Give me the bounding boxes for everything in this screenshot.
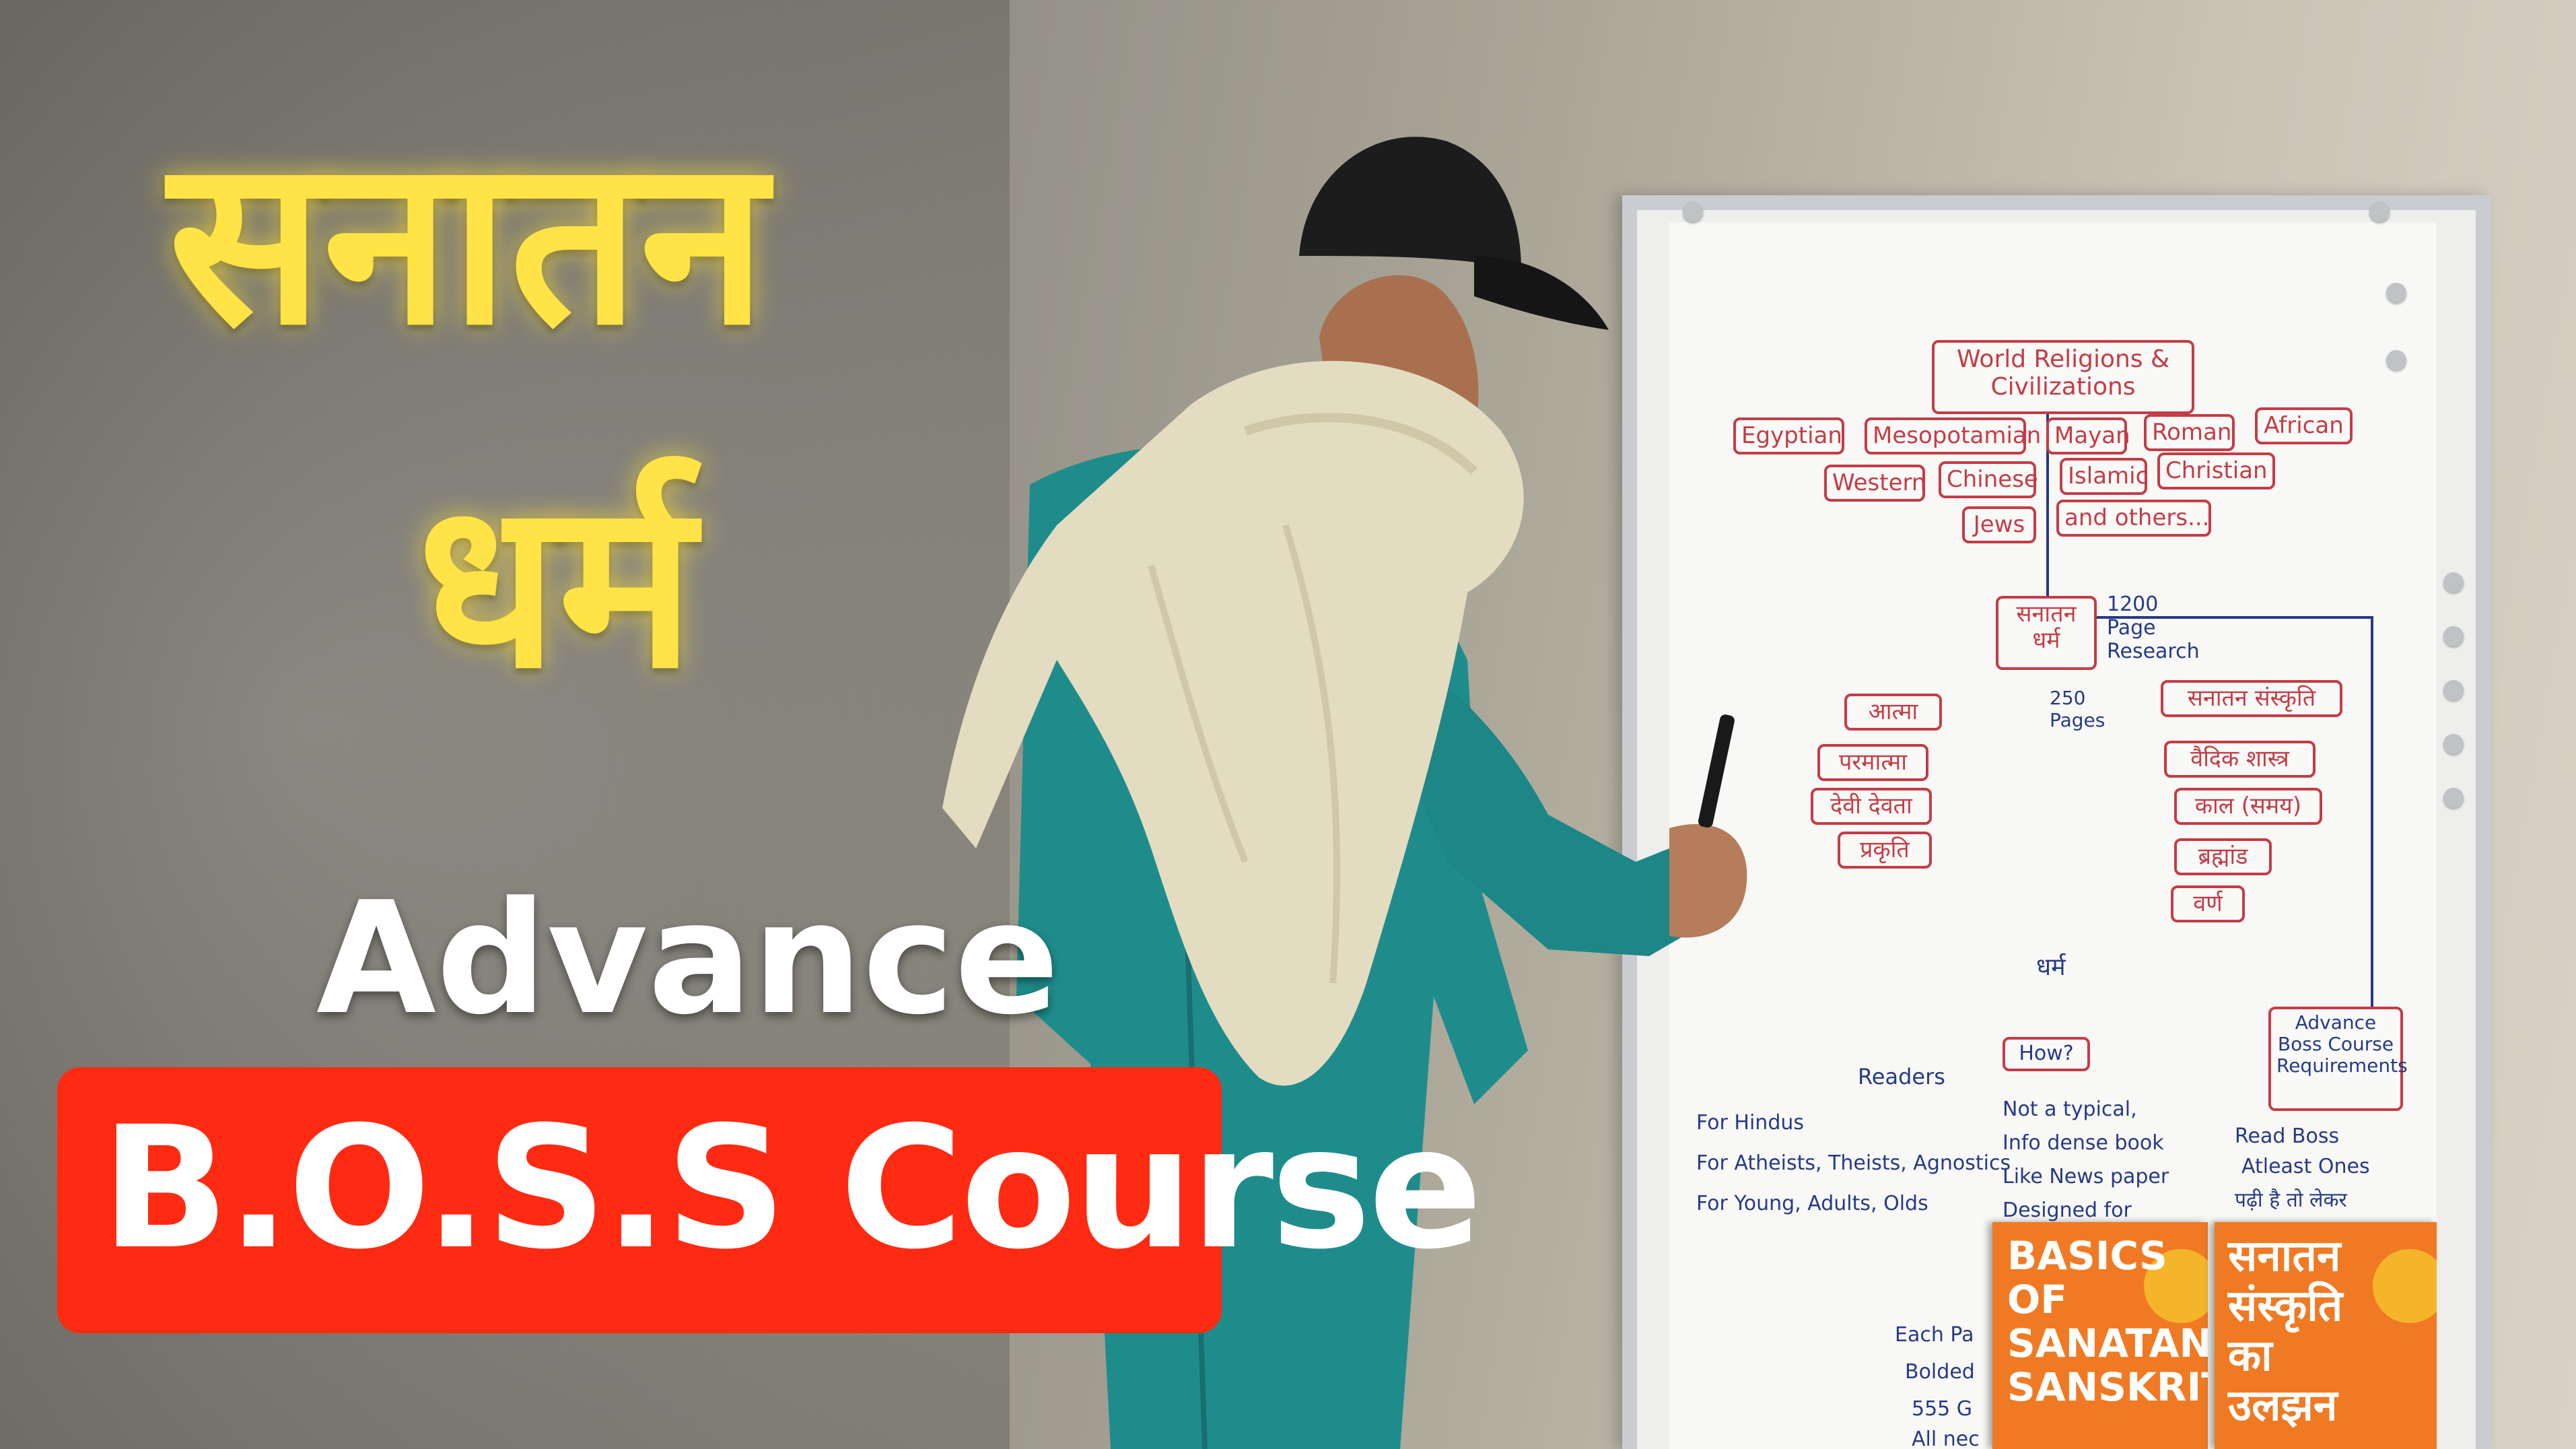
board-clip <box>2386 350 2406 370</box>
book-cover-hindi: सनातन संस्कृति का उलझन <box>2215 1222 2437 1449</box>
book-title-line: SANATAN <box>2007 1320 2208 1366</box>
book-title-line: संस्कृति <box>2228 1281 2343 1331</box>
bottom-point: 555 G <box>1912 1397 1973 1421</box>
connector <box>2371 616 2373 1007</box>
right-topic: वैदिक शास्त्र <box>2164 741 2316 778</box>
right-topic: सनातन संस्कृति <box>2161 680 2342 718</box>
religion-box: Roman <box>2144 414 2235 452</box>
left-topic: आत्मा <box>1844 694 1942 731</box>
bottom-point: All nec <box>1912 1427 1980 1449</box>
bottom-point: Each Pa <box>1895 1323 1974 1347</box>
how-box: How? <box>2003 1037 2090 1071</box>
religion-box: Islamic <box>2060 458 2148 496</box>
book-cover-english: BASICS OF SANATAN SANSKRITI <box>1992 1222 2208 1449</box>
course-badge-label: B.O.S.S Course <box>101 1090 1482 1286</box>
headline-advance: Advance <box>316 869 1059 1049</box>
board-clip <box>2443 680 2464 700</box>
religion-box: Mayan <box>2046 417 2130 455</box>
thumbnail-scene: World Religions & Civilizations Egyptian… <box>0 0 2576 1449</box>
book-title-line: सनातन <box>2228 1232 2341 1281</box>
center-box: सनातन धर्म <box>1996 596 2097 670</box>
research-note: 1200 Page Research <box>2107 593 2200 663</box>
book-title-line: SANSKRITI <box>2007 1364 2208 1410</box>
pages-note: 250 Pages <box>2050 687 2105 731</box>
readers-label: Readers <box>1858 1064 1945 1089</box>
right-topic: वर्ण <box>2171 885 2245 923</box>
book-title-line: BASICS <box>2007 1233 2167 1279</box>
how-point: Like News paper <box>2003 1165 2169 1188</box>
requirement-point: पढ़ी है तो लेकर <box>2235 1188 2347 1212</box>
book-title-line: OF <box>2007 1277 2067 1322</box>
sun-graphic <box>2373 1249 2437 1323</box>
headline-dharm: धर्म <box>417 452 695 719</box>
bottom-center-label: धर्म <box>2036 953 2066 981</box>
how-point: Info dense book <box>2003 1131 2164 1155</box>
board-clip <box>2386 283 2406 303</box>
requirement-point: Read Boss <box>2235 1124 2340 1148</box>
left-topic: प्रकृति <box>1838 832 1932 869</box>
religion-box: Mesopotamian <box>1865 417 2041 455</box>
connector <box>2097 616 2373 619</box>
how-point: Designed for <box>2003 1199 2132 1222</box>
board-clip <box>2443 788 2464 808</box>
board-clip <box>2443 734 2464 754</box>
board-clip <box>2369 202 2390 222</box>
religion-box: Christian <box>2157 452 2275 490</box>
advance-box: Advance Boss Course Requirements <box>2268 1007 2408 1111</box>
board-clip <box>2443 572 2464 593</box>
religion-box: African <box>2255 407 2353 445</box>
religion-box: and others... <box>2056 500 2211 537</box>
requirement-point: Atleast Ones <box>2241 1155 2370 1178</box>
diagram-heading: World Religions & Civilizations <box>1932 340 2194 414</box>
board-clip <box>2443 626 2464 646</box>
religion-box: Chinese <box>1939 461 2038 499</box>
book-title-line: उलझन <box>2228 1381 2338 1431</box>
how-point: Not a typical, <box>2003 1098 2137 1121</box>
religion-box: Jews <box>1962 506 2036 544</box>
bottom-point: Bolded <box>1905 1360 1975 1384</box>
headline-sanatan: सनातन <box>168 109 767 376</box>
right-topic: ब्रह्मांड <box>2174 838 2272 876</box>
right-topic: काल (समय) <box>2174 788 2322 825</box>
book-title-line: का <box>2228 1331 2272 1381</box>
